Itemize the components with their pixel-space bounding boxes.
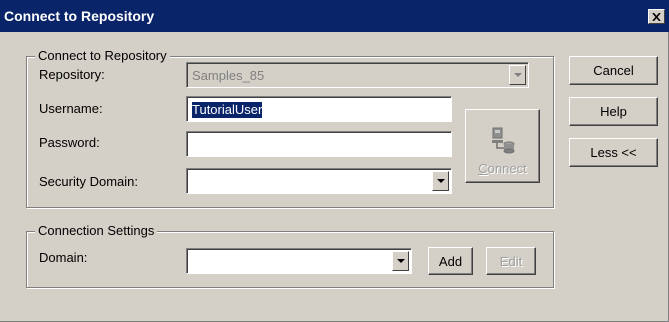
cancel-button-label: Cancel [593, 63, 634, 78]
connection-settings-legend: Connection Settings [35, 223, 158, 239]
add-button-label: Add [438, 253, 463, 269]
connect-to-repository-dialog: Connect to Repository Connect to Reposit… [0, 0, 669, 322]
chevron-down-icon [396, 259, 405, 263]
window-title: Connect to Repository [4, 8, 155, 24]
cancel-button[interactable]: Cancel [569, 56, 658, 85]
connect-group-legend: Connect to Repository [35, 48, 170, 64]
domain-select[interactable] [186, 248, 412, 274]
repository-value: Samples_85 [192, 68, 265, 83]
repository-label: Repository: [39, 67, 105, 82]
domain-label: Domain: [39, 250, 88, 265]
chevron-down-icon [513, 73, 522, 77]
repository-select[interactable]: Samples_85 [186, 62, 529, 88]
domain-dropdown-button[interactable] [392, 251, 409, 271]
title-bar[interactable]: Connect to Repository [0, 0, 669, 32]
password-input[interactable] [186, 131, 452, 157]
edit-button-label: Edit [499, 253, 523, 269]
security-domain-label: Security Domain: [39, 174, 138, 189]
security-domain-dropdown-button[interactable] [432, 171, 449, 191]
less-button[interactable]: Less << [569, 138, 658, 167]
connect-button-label: Connect [478, 161, 527, 176]
add-button[interactable]: Add [428, 247, 473, 275]
username-value: TutorialUser [192, 102, 263, 118]
edit-button[interactable]: Edit [486, 247, 536, 275]
close-button[interactable] [648, 9, 665, 24]
help-button[interactable]: Help [569, 97, 658, 126]
repository-connect-icon [491, 127, 514, 154]
connect-button[interactable]: Connect [465, 109, 540, 183]
repository-dropdown-button[interactable] [509, 65, 526, 85]
help-button-label: Help [600, 104, 627, 119]
username-label: Username: [39, 101, 103, 116]
security-domain-select[interactable] [186, 168, 452, 194]
chevron-down-icon [436, 179, 445, 183]
close-icon [652, 12, 661, 21]
username-input[interactable]: TutorialUser [186, 96, 452, 122]
password-label: Password: [39, 135, 100, 150]
less-button-label: Less << [590, 145, 637, 160]
